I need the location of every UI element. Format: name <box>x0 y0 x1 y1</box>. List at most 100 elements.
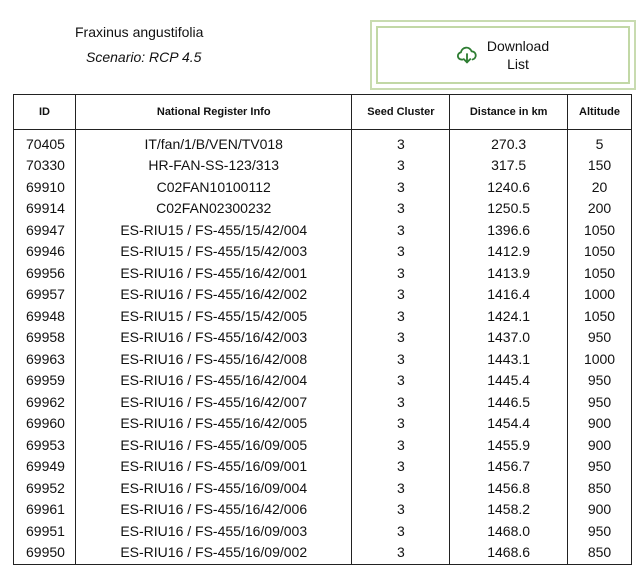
cell-national-register-info: ES-RIU16 / FS-455/16/42/004 <box>74 369 353 391</box>
table-row: 69951 ES-RIU16 / FS-455/16/09/003 3 1468.0 9… <box>13 520 632 542</box>
cell-altitude: 1050 <box>567 240 632 262</box>
cell-seed-cluster: 3 <box>351 369 451 391</box>
cell-id: 70330 <box>13 154 76 176</box>
cell-altitude: 1050 <box>567 305 632 327</box>
cell-distance: 1456.8 <box>449 477 569 499</box>
table-header-row: ID National Register Info Seed Cluster D… <box>13 94 632 130</box>
cell-id: 69946 <box>13 240 76 262</box>
cell-seed-cluster: 3 <box>351 541 451 565</box>
table-row: 69948 ES-RIU15 / FS-455/15/42/005 3 1424.1 1… <box>13 305 632 327</box>
cell-seed-cluster: 3 <box>351 348 451 370</box>
cell-seed-cluster: 3 <box>351 391 451 413</box>
cell-national-register-info: ES-RIU16 / FS-455/16/42/001 <box>74 262 353 284</box>
cell-national-register-info: ES-RIU16 / FS-455/16/42/002 <box>74 283 353 305</box>
table-row: 69958 ES-RIU16 / FS-455/16/42/003 3 1437.0 9… <box>13 326 632 348</box>
table-row: 69963 ES-RIU16 / FS-455/16/42/008 3 1443.1 1… <box>13 348 632 370</box>
cell-altitude: 900 <box>567 498 632 520</box>
cell-altitude: 950 <box>567 326 632 348</box>
cell-seed-cluster: 3 <box>351 477 451 499</box>
cell-id: 69949 <box>13 455 76 477</box>
table-row: 70405 IT/fan/1/B/VEN/TV018 3 270.3 5 <box>13 129 632 155</box>
table-row: 69949 ES-RIU16 / FS-455/16/09/001 3 1456.7 9… <box>13 455 632 477</box>
cell-altitude: 1000 <box>567 348 632 370</box>
cell-altitude: 5 <box>567 129 632 155</box>
table-row: 69957 ES-RIU16 / FS-455/16/42/002 3 1416.4 1… <box>13 283 632 305</box>
cell-distance: 1396.6 <box>449 219 569 241</box>
cell-distance: 1437.0 <box>449 326 569 348</box>
cell-seed-cluster: 3 <box>351 434 451 456</box>
cell-distance: 1455.9 <box>449 434 569 456</box>
cell-id: 69953 <box>13 434 76 456</box>
table-row: 69953 ES-RIU16 / FS-455/16/09/005 3 1455.9 9… <box>13 434 632 456</box>
column-header-altitude[interactable]: Altitude <box>567 94 632 130</box>
cloud-download-icon <box>456 44 478 66</box>
table-row: 69946 ES-RIU15 / FS-455/15/42/003 3 1412.9 1… <box>13 240 632 262</box>
cell-national-register-info: ES-RIU16 / FS-455/16/09/005 <box>74 434 353 456</box>
cell-national-register-info: ES-RIU16 / FS-455/16/42/003 <box>74 326 353 348</box>
cell-altitude: 150 <box>567 154 632 176</box>
cell-national-register-info: ES-RIU15 / FS-455/15/42/004 <box>74 219 353 241</box>
cell-id: 69914 <box>13 197 76 219</box>
scenario-label: Scenario: RCP 4.5 <box>86 49 202 65</box>
cell-national-register-info: ES-RIU16 / FS-455/16/09/004 <box>74 477 353 499</box>
cell-distance: 1416.4 <box>449 283 569 305</box>
table-body: 70405 IT/fan/1/B/VEN/TV018 3 270.3 5 70330 HR-… <box>13 129 632 565</box>
column-header-distance[interactable]: Distance in km <box>449 94 569 130</box>
cell-distance: 1443.1 <box>449 348 569 370</box>
column-header-id[interactable]: ID <box>13 94 76 130</box>
table-row: 69947 ES-RIU15 / FS-455/15/42/004 3 1396.6 1… <box>13 219 632 241</box>
cell-national-register-info: ES-RIU16 / FS-455/16/42/007 <box>74 391 353 413</box>
cell-seed-cluster: 3 <box>351 262 451 284</box>
table-row: 69956 ES-RIU16 / FS-455/16/42/001 3 1413.9 1… <box>13 262 632 284</box>
cell-national-register-info: ES-RIU16 / FS-455/16/09/002 <box>74 541 353 565</box>
cell-id: 69958 <box>13 326 76 348</box>
cell-id: 69956 <box>13 262 76 284</box>
cell-distance: 1454.4 <box>449 412 569 434</box>
cell-seed-cluster: 3 <box>351 305 451 327</box>
cell-distance: 317.5 <box>449 154 569 176</box>
cell-national-register-info: ES-RIU16 / FS-455/16/42/008 <box>74 348 353 370</box>
cell-distance: 1468.6 <box>449 541 569 565</box>
cell-id: 69910 <box>13 176 76 198</box>
cell-national-register-info: ES-RIU16 / FS-455/16/09/003 <box>74 520 353 542</box>
table-row: 69959 ES-RIU16 / FS-455/16/42/004 3 1445.4 9… <box>13 369 632 391</box>
cell-altitude: 850 <box>567 477 632 499</box>
cell-id: 69950 <box>13 541 76 565</box>
cell-altitude: 950 <box>567 391 632 413</box>
cell-national-register-info: ES-RIU16 / FS-455/16/42/006 <box>74 498 353 520</box>
cell-distance: 1412.9 <box>449 240 569 262</box>
table-row: 69960 ES-RIU16 / FS-455/16/42/005 3 1454.4 9… <box>13 412 632 434</box>
cell-seed-cluster: 3 <box>351 176 451 198</box>
cell-id: 69947 <box>13 219 76 241</box>
cell-id: 69959 <box>13 369 76 391</box>
cell-distance: 270.3 <box>449 129 569 155</box>
download-button-frame: Download List <box>370 20 636 90</box>
cell-distance: 1250.5 <box>449 197 569 219</box>
table-row: 69952 ES-RIU16 / FS-455/16/09/004 3 1456.8 8… <box>13 477 632 499</box>
column-header-seed-cluster[interactable]: Seed Cluster <box>351 94 451 130</box>
cell-seed-cluster: 3 <box>351 283 451 305</box>
cell-distance: 1446.5 <box>449 391 569 413</box>
cell-seed-cluster: 3 <box>351 240 451 262</box>
cell-seed-cluster: 3 <box>351 520 451 542</box>
cell-national-register-info: ES-RIU15 / FS-455/15/42/005 <box>74 305 353 327</box>
cell-national-register-info: C02FAN10100112 <box>74 176 353 198</box>
cell-altitude: 20 <box>567 176 632 198</box>
cell-altitude: 900 <box>567 434 632 456</box>
cell-seed-cluster: 3 <box>351 498 451 520</box>
download-button-label: Download List <box>486 38 550 72</box>
cell-national-register-info: ES-RIU15 / FS-455/15/42/003 <box>74 240 353 262</box>
cell-altitude: 1050 <box>567 219 632 241</box>
download-list-button[interactable]: Download List <box>376 26 630 84</box>
cell-seed-cluster: 3 <box>351 197 451 219</box>
cell-id: 69960 <box>13 412 76 434</box>
cell-distance: 1468.0 <box>449 520 569 542</box>
cell-national-register-info: HR-FAN-SS-123/313 <box>74 154 353 176</box>
cell-distance: 1424.1 <box>449 305 569 327</box>
cell-id: 69962 <box>13 391 76 413</box>
column-header-national-register-info[interactable]: National Register Info <box>74 94 353 130</box>
cell-id: 69961 <box>13 498 76 520</box>
table-row: 69950 ES-RIU16 / FS-455/16/09/002 3 1468.6 8… <box>13 541 632 565</box>
provenance-table: ID National Register Info Seed Cluster D… <box>13 94 632 565</box>
table-row: 70330 HR-FAN-SS-123/313 3 317.5 150 <box>13 154 632 176</box>
